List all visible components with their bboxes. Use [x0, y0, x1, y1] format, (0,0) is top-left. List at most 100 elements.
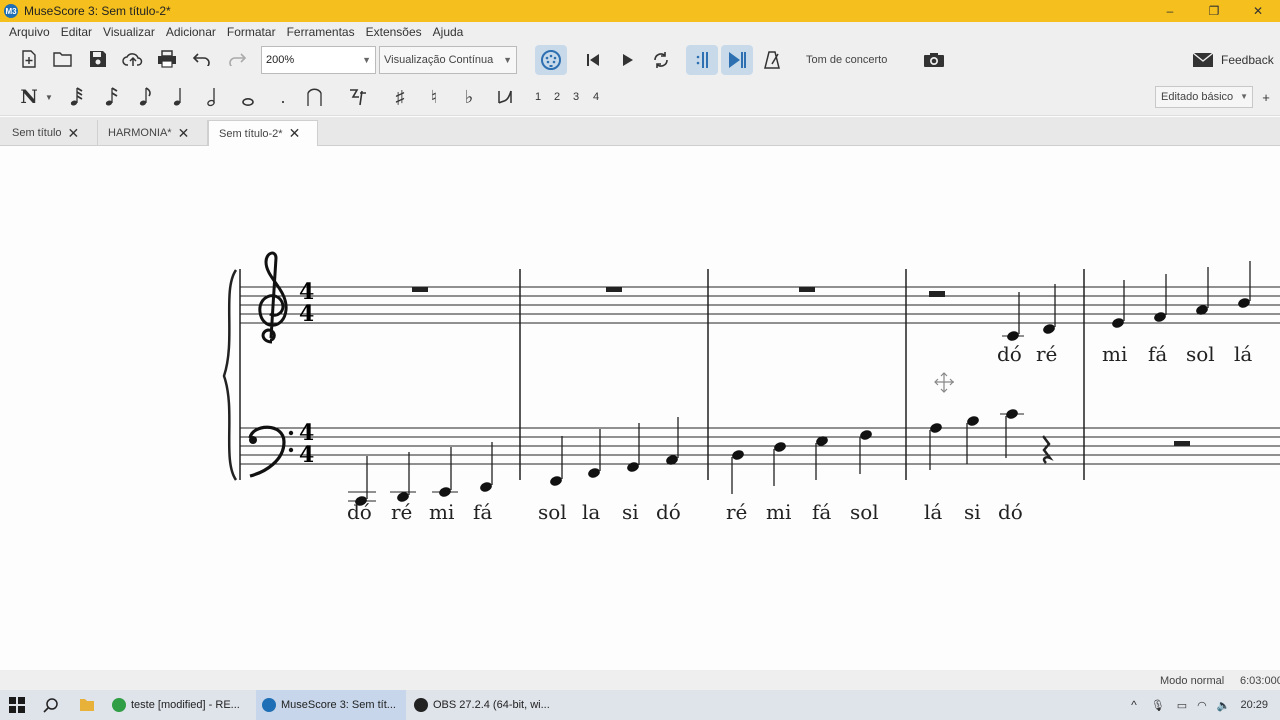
camera-icon[interactable]	[922, 48, 946, 72]
restore-button[interactable]: ❐	[1192, 0, 1236, 22]
lyric-syllable[interactable]: dó	[997, 342, 1022, 366]
natural-icon[interactable]: ♮	[424, 86, 444, 108]
tab-sem-titulo-2[interactable]: Sem título-2* ✕	[208, 120, 318, 146]
voice-4-button[interactable]: 4	[589, 88, 603, 106]
play-repeats-icon[interactable]	[721, 45, 753, 75]
lyric-syllable[interactable]: mi	[429, 500, 454, 524]
lyric-syllable[interactable]: mi	[1102, 342, 1127, 366]
lyric-syllable[interactable]: ré	[391, 500, 412, 524]
midi-input-icon[interactable]	[535, 45, 567, 75]
lyric-syllable[interactable]: lá	[1234, 342, 1252, 366]
system-tray: ^ 🎙 ▭ ◠ 🔈 20:29	[1131, 690, 1280, 720]
metronome-icon[interactable]	[761, 48, 783, 72]
chevron-down-icon[interactable]: ▼	[43, 90, 55, 104]
score-canvas[interactable]: 4 4 4 4 dó ré mi fá sol lá dó ré mi fá s…	[0, 146, 1280, 670]
taskbar-item-musescore[interactable]: MuseScore 3: Sem tít...	[256, 690, 406, 720]
tie-icon[interactable]	[304, 86, 330, 108]
score-svg[interactable]: 4 4 4 4 dó ré mi fá sol lá dó ré mi fá s…	[0, 146, 1280, 670]
flip-direction-icon[interactable]	[494, 86, 516, 108]
menu-adicionar[interactable]: Adicionar	[166, 25, 216, 39]
tab-sem-titulo[interactable]: Sem título ✕	[2, 120, 98, 146]
quarter-note-icon[interactable]	[169, 86, 189, 108]
lyric-syllable[interactable]: fá	[1148, 342, 1167, 366]
file-toolbar	[0, 42, 1280, 78]
lyric-syllable[interactable]: mi	[766, 500, 791, 524]
play-icon[interactable]	[617, 48, 639, 72]
half-note-icon[interactable]	[203, 86, 223, 108]
print-icon[interactable]	[156, 48, 178, 70]
lyric-syllable[interactable]: ré	[726, 500, 747, 524]
menu-arquivo[interactable]: Arquivo	[9, 25, 50, 39]
flat-icon[interactable]: ♭	[459, 86, 479, 108]
time-status: 6:03:000	[1240, 675, 1280, 687]
menu-formatar[interactable]: Formatar	[227, 25, 276, 39]
volume-icon[interactable]: 🔈	[1217, 699, 1231, 712]
new-file-icon[interactable]	[18, 48, 40, 70]
lyric-syllable[interactable]: dó	[347, 500, 372, 524]
lyric-syllable[interactable]: la	[582, 500, 600, 524]
battery-icon[interactable]: ▭	[1177, 699, 1187, 712]
redo-icon[interactable]	[226, 48, 248, 70]
close-window-button[interactable]: ✕	[1236, 0, 1280, 22]
taskbar-item-teste[interactable]: teste [modified] - RE...	[106, 690, 252, 720]
save-icon[interactable]	[87, 48, 109, 70]
view-mode-select[interactable]: Visualização Contínua ▼	[379, 46, 517, 74]
chevron-down-icon[interactable]: ▼	[362, 55, 371, 65]
voice-2-button[interactable]: 2	[550, 88, 564, 106]
loop-icon[interactable]	[650, 48, 672, 72]
lyric-syllable[interactable]: si	[622, 500, 639, 524]
lyric-syllable[interactable]: sol	[538, 500, 567, 524]
open-folder-icon[interactable]	[52, 48, 74, 70]
lyric-syllable[interactable]: lá	[924, 500, 942, 524]
menu-extensoes[interactable]: Extensões	[366, 25, 422, 39]
file-explorer-icon[interactable]	[78, 696, 96, 714]
augmentation-dot-icon[interactable]: .	[275, 86, 291, 108]
16th-note-icon[interactable]	[136, 86, 156, 108]
wifi-icon[interactable]: ◠	[1197, 699, 1207, 712]
tab-harmonia[interactable]: HARMONIA* ✕	[98, 120, 208, 146]
search-icon[interactable]	[42, 696, 60, 714]
undo-icon[interactable]	[191, 48, 213, 70]
lyric-syllable[interactable]: dó	[656, 500, 681, 524]
microphone-icon[interactable]: 🎙	[1151, 699, 1165, 712]
lyric-syllable[interactable]: sol	[850, 500, 879, 524]
close-tab-icon[interactable]: ✕	[68, 125, 80, 142]
menu-ferramentas[interactable]: Ferramentas	[287, 25, 355, 39]
close-tab-icon[interactable]: ✕	[289, 125, 301, 142]
windows-start-icon[interactable]	[8, 697, 26, 713]
chevron-down-icon[interactable]: ▼	[503, 55, 512, 65]
cloud-upload-icon[interactable]	[121, 48, 145, 70]
rest-icon[interactable]	[345, 86, 371, 108]
note-input-mode-icon[interactable]: N	[18, 86, 40, 108]
sharp-icon[interactable]: ♯	[390, 86, 410, 108]
taskbar-item-obs[interactable]: OBS 27.2.4 (64-bit, wi...	[408, 690, 558, 720]
voice-3-button[interactable]: 3	[569, 88, 583, 106]
add-workspace-button[interactable]: +	[1259, 88, 1273, 106]
voice-1-button[interactable]: 1	[531, 88, 545, 106]
obs-icon	[414, 698, 428, 712]
menu-editar[interactable]: Editar	[61, 25, 92, 39]
lyric-syllable[interactable]: si	[964, 500, 981, 524]
feedback-button[interactable]: Feedback	[1192, 48, 1274, 72]
concert-pitch-button[interactable]: Tom de concerto	[806, 48, 887, 72]
treble-timesig-bottom: 4	[299, 301, 314, 327]
rewind-icon[interactable]	[582, 48, 604, 72]
lyric-syllable[interactable]: fá	[812, 500, 831, 524]
menu-visualizar[interactable]: Visualizar	[103, 25, 155, 39]
close-tab-icon[interactable]: ✕	[178, 125, 190, 142]
whole-note-icon[interactable]	[238, 90, 258, 112]
zoom-input[interactable]: 200% ▼	[261, 46, 376, 74]
lyric-syllable[interactable]: fá	[473, 500, 492, 524]
minimize-button[interactable]: –	[1148, 0, 1192, 22]
lyric-syllable[interactable]: ré	[1036, 342, 1057, 366]
chevron-up-icon[interactable]: ^	[1131, 698, 1137, 712]
loop-in-icon[interactable]	[686, 45, 718, 75]
lyric-syllable[interactable]: sol	[1186, 342, 1215, 366]
chevron-down-icon[interactable]: ▼	[1240, 92, 1248, 101]
64th-note-icon[interactable]	[67, 86, 87, 108]
clock[interactable]: 20:29	[1240, 699, 1268, 711]
workspace-select[interactable]: Editado básico ▼	[1155, 86, 1253, 108]
32nd-note-icon[interactable]	[102, 86, 122, 108]
menu-ajuda[interactable]: Ajuda	[433, 25, 464, 39]
lyric-syllable[interactable]: dó	[998, 500, 1023, 524]
